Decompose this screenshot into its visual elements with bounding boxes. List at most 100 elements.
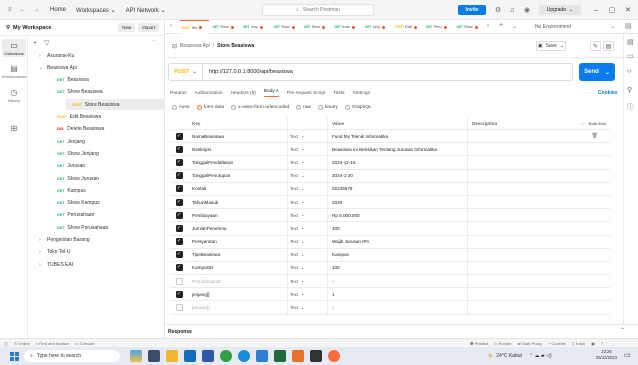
avatar[interactable]: ◉: [521, 4, 533, 16]
breadcrumb-collection[interactable]: Beasiswa Api: [180, 43, 210, 49]
description-cell[interactable]: [468, 236, 568, 248]
widgets-icon[interactable]: [130, 350, 142, 362]
more-options-icon[interactable]: ···: [151, 38, 157, 44]
tree-folder[interactable]: ⌄ Beasiswa Api: [39, 62, 77, 73]
description-cell[interactable]: [468, 288, 568, 300]
environment-selector[interactable]: No Environment ⌄: [531, 22, 619, 32]
type-select[interactable]: Text ⌄: [288, 235, 328, 248]
value-cell[interactable]: Kampus: [328, 248, 468, 261]
tab-body[interactable]: Body●: [263, 89, 279, 97]
documentation-icon[interactable]: ▤: [603, 41, 614, 51]
key-cell[interactable]: Kontak: [188, 182, 288, 195]
response-label[interactable]: Response: [168, 325, 192, 339]
tab-params[interactable]: Params: [170, 91, 187, 96]
menu-icon[interactable]: ≡: [8, 7, 12, 13]
menu-home[interactable]: Home: [50, 7, 66, 13]
key-cell[interactable]: NamaBeasiswa: [188, 130, 288, 143]
save-button[interactable]: ▣ Save ⌄: [536, 41, 566, 51]
key-cell[interactable]: Pembiayaan: [188, 209, 288, 222]
bulk-edit-link[interactable]: Bulk Edit: [589, 121, 606, 126]
row-checkbox[interactable]: ✓: [175, 224, 183, 232]
type-select[interactable]: Text ⌄: [288, 130, 328, 143]
value-cell[interactable]: 1: [328, 301, 468, 314]
breadcrumb-request[interactable]: Store Beasiswa: [217, 43, 254, 49]
type-select[interactable]: Text ⌄: [288, 169, 328, 182]
status-find-replace[interactable]: ⌕ Find and replace: [36, 341, 69, 346]
status-cookies[interactable]: ◔ Cookies: [548, 341, 566, 346]
back-arrow-icon[interactable]: ←: [20, 7, 26, 13]
value-cell[interactable]: Rp 5.000.000: [328, 209, 468, 222]
close-icon[interactable]: ✕: [620, 0, 636, 20]
status-online[interactable]: ⊙ Online: [14, 341, 30, 346]
type-select[interactable]: Text ⌄: [288, 248, 328, 261]
tab-settings[interactable]: Settings: [353, 91, 370, 96]
request-tab[interactable]: POST Edit: [394, 20, 423, 34]
tree-folder[interactable]: › Toko Tel-U: [39, 247, 71, 258]
key-cell[interactable]: PerusahaanID: [188, 275, 288, 288]
tree-request[interactable]: POST Edit Beasiswa: [57, 112, 101, 123]
tabs-dropdown-icon[interactable]: ⌄: [512, 23, 517, 30]
request-tab[interactable]: GET Juru: [241, 20, 270, 34]
row-checkbox[interactable]: ✓: [175, 211, 183, 219]
type-select[interactable]: Text ⌄: [288, 261, 328, 275]
key-cell[interactable]: KampusID: [188, 261, 288, 275]
description-cell[interactable]: [468, 156, 568, 168]
more-options-icon[interactable]: ···: [581, 121, 585, 126]
trash-icon[interactable]: 🗑: [592, 133, 598, 139]
key-cell[interactable]: TanggalPenutupan: [188, 169, 288, 182]
add-icon[interactable]: +: [33, 40, 37, 47]
code-icon[interactable]: ‹›: [627, 68, 632, 75]
description-cell[interactable]: [468, 130, 568, 142]
filter-icon[interactable]: ▽: [44, 39, 49, 47]
workspace-title[interactable]: ⚲ My Workspace: [6, 25, 51, 31]
request-tab[interactable]: GET Shov: [455, 20, 484, 34]
status-trash[interactable]: ▯ Trash: [572, 341, 585, 346]
body-type-binary[interactable]: binary: [317, 104, 338, 110]
tab-headers-8[interactable]: Headers (8): [231, 91, 256, 96]
edit-icon[interactable]: ✎: [590, 41, 601, 51]
tree-request[interactable]: GET Jenjang: [57, 136, 85, 147]
type-select[interactable]: Text ⌄: [288, 156, 328, 169]
description-cell[interactable]: [468, 209, 568, 221]
tree-folder[interactable]: › Asuransi-Ku: [39, 50, 74, 61]
key-cell[interactable]: Persyaratan: [188, 235, 288, 248]
tab-tests[interactable]: Tests: [333, 91, 344, 96]
task-view-icon[interactable]: [148, 350, 160, 362]
row-checkbox[interactable]: ✓: [175, 132, 183, 140]
key-cell[interactable]: TanggalPendaftaran: [188, 156, 288, 169]
layout-icon[interactable]: ▣: [591, 341, 595, 346]
row-checkbox[interactable]: [175, 277, 183, 285]
row-checkbox[interactable]: ✓: [175, 145, 183, 153]
menu-workspaces[interactable]: Workspaces ⌄: [76, 7, 116, 14]
tree-request[interactable]: GET Show Kampus: [57, 198, 100, 209]
tree-request[interactable]: GET Kampus: [57, 185, 86, 196]
description-cell[interactable]: [468, 170, 568, 182]
row-checkbox[interactable]: ✓: [175, 264, 183, 272]
row-checkbox[interactable]: ✓: [175, 158, 183, 166]
rail-collections[interactable]: ▭ Collections: [2, 39, 26, 57]
value-cell[interactable]: Fund My Teknik Informatika: [328, 130, 468, 143]
tray-icons[interactable]: ⌃ ☁ ▰ ◁): [529, 353, 552, 359]
status-runner[interactable]: ▷ Runner: [494, 341, 511, 346]
tree-request[interactable]: GET Show Jenjang: [57, 148, 99, 159]
key-cell[interactable]: jurusan[]: [188, 301, 288, 314]
description-cell[interactable]: [468, 183, 568, 195]
tabs-scroll-left-icon[interactable]: ‹: [170, 23, 172, 29]
key-cell[interactable]: TipeBeasiswa: [188, 248, 288, 261]
chevron-up-icon[interactable]: ⌃: [620, 327, 625, 334]
tree-request[interactable]: GET Jurusan: [57, 161, 85, 172]
row-checkbox[interactable]: ✓: [175, 198, 183, 206]
value-cell[interactable]: Wajib Jurusan IPA: [328, 235, 468, 248]
tree-folder[interactable]: › Pengelolan Barang: [39, 235, 90, 246]
forward-arrow-icon[interactable]: →: [34, 7, 40, 13]
body-type-raw[interactable]: raw: [296, 104, 311, 110]
request-tab[interactable]: GET Kam: [333, 20, 362, 34]
description-cell[interactable]: [468, 196, 568, 208]
comments-icon[interactable]: ▭: [627, 52, 634, 60]
file-explorer-icon[interactable]: [166, 350, 178, 362]
import-button[interactable]: Import: [138, 23, 159, 32]
row-checkbox[interactable]: ✓: [175, 185, 183, 193]
value-cell[interactable]: 1: [328, 275, 468, 288]
tree-request[interactable]: GET Perusahaan: [57, 210, 94, 221]
tree-request[interactable]: GET Beasiswa: [57, 75, 89, 86]
